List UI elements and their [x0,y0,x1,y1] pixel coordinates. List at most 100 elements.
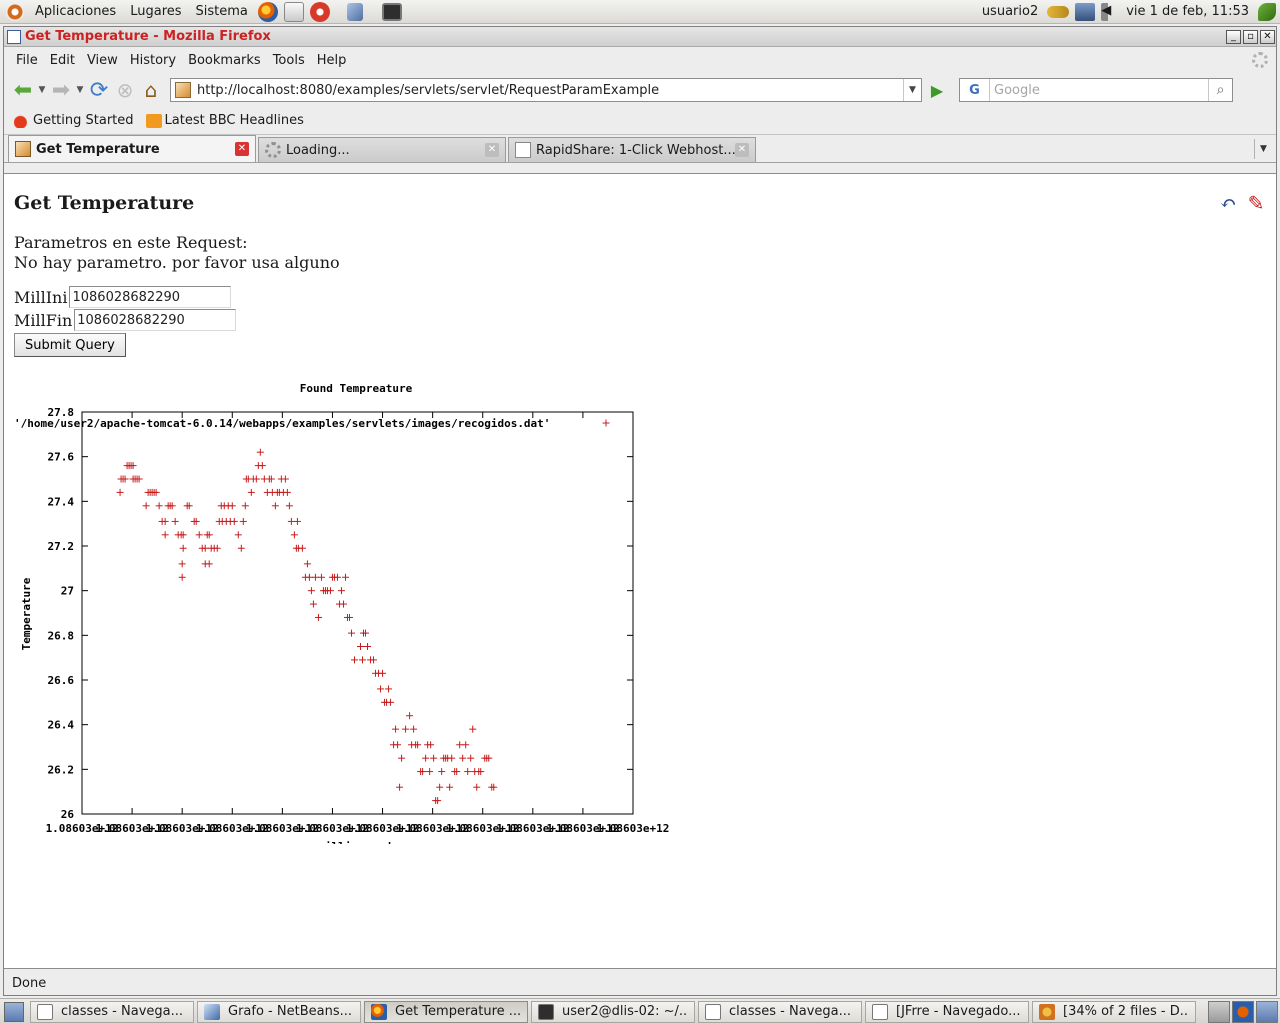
maximize-button[interactable]: ▫ [1243,29,1258,44]
minimize-button[interactable]: _ [1226,29,1241,44]
terminal-launcher-icon[interactable] [381,2,402,21]
places-menu[interactable]: Lugares [123,4,188,19]
taskbar-item[interactable]: classes - Navega... [30,1000,194,1023]
data-points [116,448,498,805]
data-point [161,531,169,539]
applications-menu[interactable]: Aplicaciones [28,4,123,19]
taskbar-item[interactable]: [JFrre - Navegado... [865,1000,1029,1023]
data-point [333,573,341,581]
tab-get-temperature[interactable]: Get Temperature ✕ [8,135,256,162]
search-icon[interactable]: ⌕ [1208,79,1232,101]
close-tab-icon[interactable]: ✕ [485,143,499,157]
data-point [364,643,372,650]
data-point [287,517,295,525]
millini-input[interactable] [69,286,232,308]
pushpin-icon[interactable]: ✎ [1244,191,1268,215]
x-axis: 1.08603e+121.08603e+121.08603e+121.08603… [46,412,669,835]
data-point [448,754,456,762]
window-titlebar[interactable]: Get Temperature - Mozilla Firefox _ ▫ ✕ [4,27,1276,47]
data-point [309,600,317,608]
return-arrow-icon[interactable]: ↶ [1216,191,1240,215]
menu-tools[interactable]: Tools [267,53,311,68]
reload-button[interactable]: ⟳ [86,77,112,103]
workspace-switcher-icon[interactable] [1232,1000,1254,1023]
taskbar-item[interactable]: user2@dlis-02: ~/... [531,1000,695,1023]
back-history-dropdown[interactable]: ▼ [36,85,48,95]
data-point [456,741,464,749]
search-engine-selector[interactable]: G [960,79,990,101]
data-point [239,517,247,525]
show-desktop-icon[interactable] [4,1001,24,1022]
keyring-icon[interactable] [1047,5,1070,18]
bookmark-bbc-headlines[interactable]: Latest BBC Headlines [145,113,304,128]
menu-history[interactable]: History [124,53,182,68]
trash-icon[interactable] [1256,1000,1278,1023]
firefox-launcher-icon[interactable] [257,1,278,22]
volume-icon[interactable]: ◀ [1101,2,1118,21]
tab-list-dropdown[interactable]: ▼ [1254,139,1272,159]
gnome-foot-icon[interactable] [6,2,24,21]
nautilus-icon [37,1003,53,1020]
data-point [305,573,313,581]
bookmark-getting-started[interactable]: Getting Started [14,113,134,128]
network-icon[interactable] [1075,2,1096,21]
logout-icon[interactable] [1258,2,1276,21]
clock[interactable]: vie 1 de feb, 11:53 [1120,4,1255,19]
firefox-window: Get Temperature - Mozilla Firefox _ ▫ ✕ … [3,26,1277,996]
help-launcher-icon[interactable] [309,1,330,22]
millfin-input[interactable] [74,309,237,331]
data-point [247,488,255,496]
data-point [410,725,418,733]
workspace-switcher-icon[interactable] [1208,1000,1230,1023]
go-button[interactable]: ▶ [925,78,949,102]
menu-edit[interactable]: Edit [44,53,81,68]
data-point [392,725,400,733]
millini-row: MillIni [14,286,232,308]
data-point [237,544,245,552]
data-point [387,698,395,706]
window-menu-icon[interactable] [7,29,21,44]
submit-query-button[interactable]: Submit Query [14,333,126,357]
menu-help[interactable]: Help [311,53,353,68]
url-history-dropdown[interactable]: ▼ [903,79,921,101]
data-point [438,768,446,776]
netbeans-launcher-icon[interactable] [346,2,363,21]
system-menu[interactable]: Sistema [189,4,255,19]
close-tab-icon[interactable]: ✕ [735,143,749,157]
tab-strip: Get Temperature ✕ Loading... ✕ RapidShar… [4,135,1276,163]
y-tick-label: 26.2 [48,763,75,776]
menu-bookmarks[interactable]: Bookmarks [182,53,267,68]
mail-launcher-icon[interactable] [283,1,304,22]
search-bar[interactable]: G ⌕ [959,78,1233,102]
taskbar-item[interactable]: classes - Navega... [698,1000,862,1023]
data-point [205,560,213,568]
url-bar[interactable]: ▼ [170,78,922,102]
data-point [462,741,470,749]
close-window-button[interactable]: ✕ [1260,29,1275,44]
menu-view[interactable]: View [81,53,124,68]
page-icon [15,141,31,157]
stop-button[interactable]: ⊗ [112,77,138,103]
home-button[interactable]: ⌂ [138,77,164,103]
taskbar-item[interactable]: Grafo - NetBeans... [197,1000,361,1023]
tab-rapidshare[interactable]: RapidShare: 1-Click Webhost... ✕ [508,137,756,162]
data-point [252,475,260,483]
search-input[interactable] [990,82,1208,98]
data-point [314,613,322,621]
taskbar-item[interactable]: [34% of 2 files - D... [1032,1000,1196,1023]
tab-loading[interactable]: Loading... ✕ [258,137,506,162]
forward-history-dropdown[interactable]: ▼ [74,85,86,95]
back-button[interactable]: ⬅ [10,77,36,103]
millfin-label: MillFin [14,310,73,330]
url-input[interactable] [197,82,903,98]
data-point [426,768,434,776]
close-tab-icon[interactable]: ✕ [235,142,249,156]
menu-file[interactable]: File [10,53,44,68]
status-bar: Done [4,970,1276,996]
forward-button[interactable]: ➡ [48,77,74,103]
data-point [398,754,406,762]
data-point [350,656,358,664]
loading-icon [265,142,281,158]
user-name[interactable]: usuario2 [976,4,1044,19]
taskbar-item-active[interactable]: Get Temperature ... [364,1000,528,1023]
